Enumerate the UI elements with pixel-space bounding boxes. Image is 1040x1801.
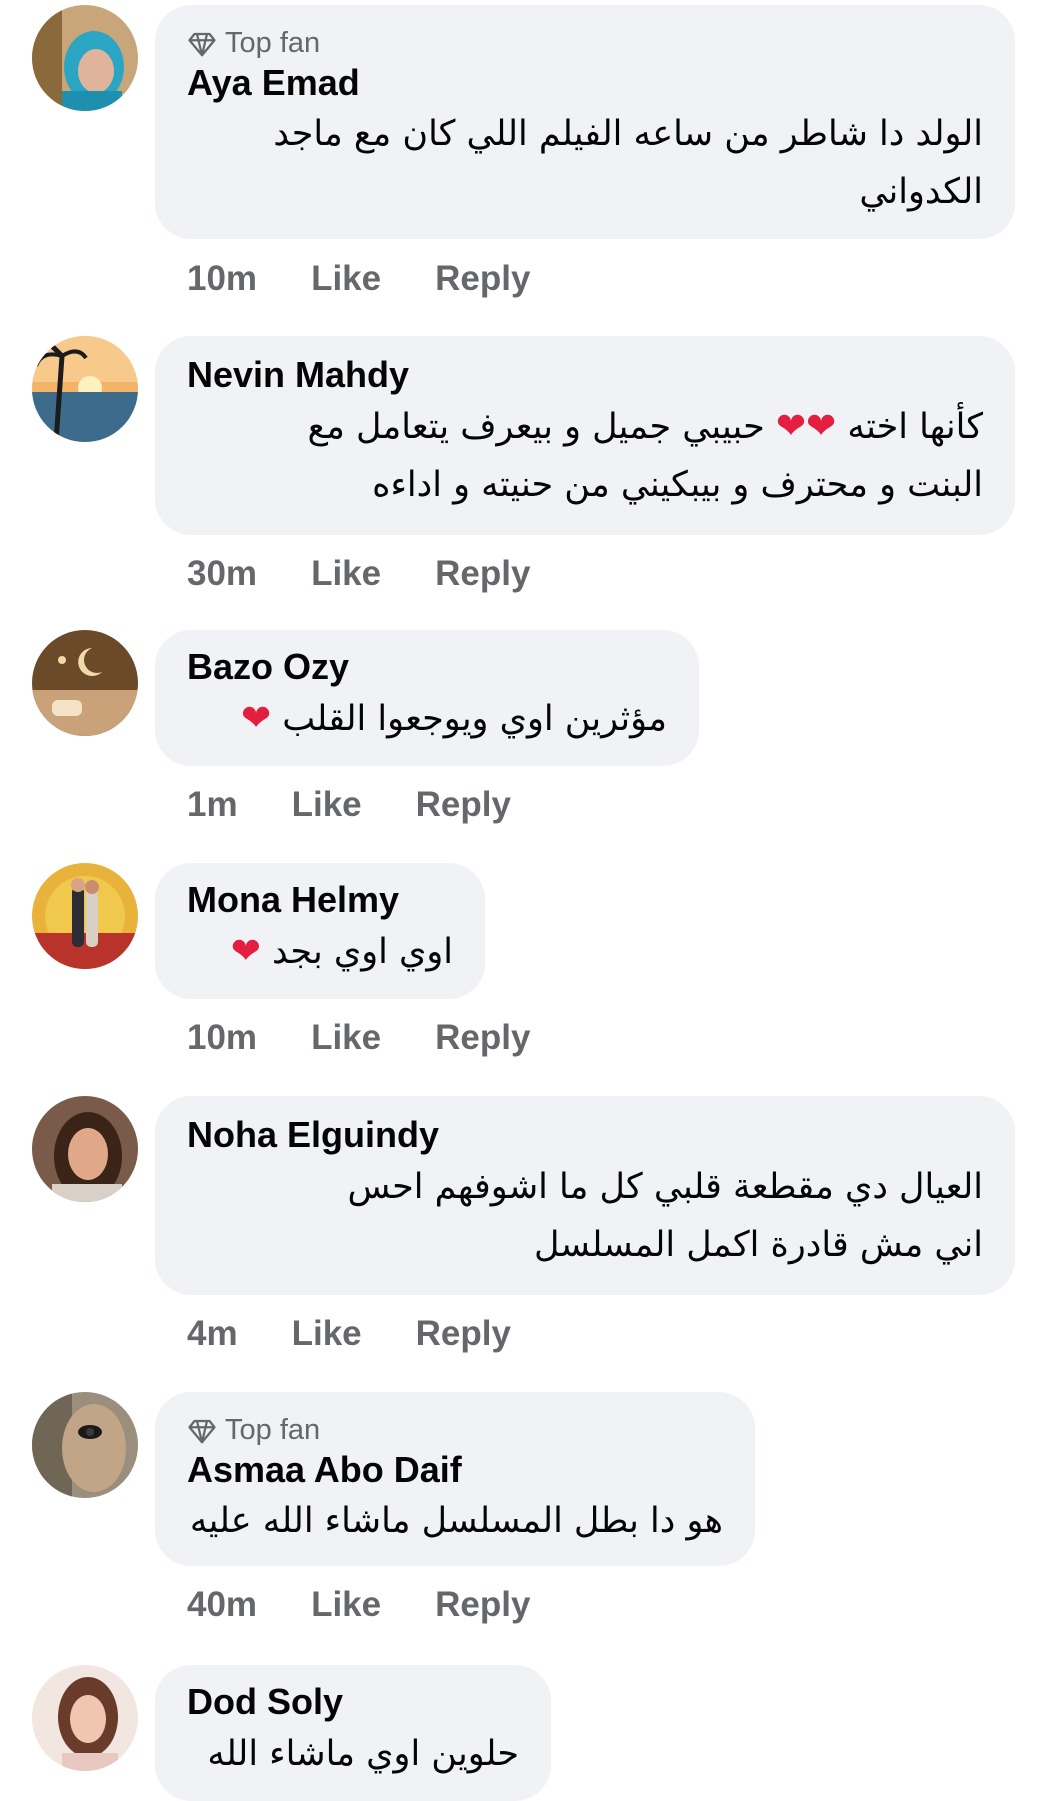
comment-actions: 10m Like Reply xyxy=(187,1018,584,1058)
comment-actions: 1m Like Reply xyxy=(187,785,565,825)
reply-button[interactable]: Reply xyxy=(416,785,511,825)
top-fan-label: Top fan xyxy=(225,27,321,59)
comment-line: اني مش قادرة اكمل المسلسل xyxy=(533,1225,983,1265)
comment-bubble: Dod Soly حلوين اوي ماشاء الله xyxy=(155,1665,551,1801)
comment-text: كأنها اخته ❤❤ حبيبي جميل و بيعرف يتعامل … xyxy=(307,398,983,514)
avatar-image-noha xyxy=(32,1096,138,1202)
reply-button[interactable]: Reply xyxy=(416,1314,511,1354)
heart-emoji-icon: ❤ xyxy=(240,698,272,739)
commenter-name[interactable]: Asmaa Abo Daif xyxy=(187,1449,462,1491)
reply-button[interactable]: Reply xyxy=(435,259,530,299)
commenter-name[interactable]: Noha Elguindy xyxy=(187,1114,439,1156)
comment-line: الكدواني xyxy=(859,172,983,212)
diamond-icon xyxy=(188,1419,216,1443)
heart-emoji-icon: ❤ xyxy=(230,931,261,972)
diamond-icon xyxy=(188,32,216,56)
comment-line: البنت و محترف و بيبكيني من حنيته و اداءه xyxy=(372,465,983,505)
avatar[interactable] xyxy=(32,1665,138,1771)
comment-actions: 10m Like Reply xyxy=(187,259,584,299)
avatar-image-bazo xyxy=(32,630,138,736)
comment-bubble: Top fan Asmaa Abo Daif هو دا بطل المسلسل… xyxy=(155,1392,755,1566)
avatar-image-mona xyxy=(32,863,138,969)
commenter-name[interactable]: Nevin Mahdy xyxy=(187,354,409,396)
comment-bubble: Mona Helmy اوي اوي بجد ❤ xyxy=(155,863,485,999)
comment-time[interactable]: 10m xyxy=(187,1018,257,1058)
comment-time[interactable]: 10m xyxy=(187,259,257,299)
comment-text: حلوين اوي ماشاء الله xyxy=(207,1725,519,1783)
comment-text: هو دا بطل المسلسل ماشاء الله عليه xyxy=(190,1492,723,1550)
comment-text: الولد دا شاطر من ساعه الفيلم اللي كان مع… xyxy=(273,105,983,221)
avatar[interactable] xyxy=(32,5,138,111)
comment-line: حلوين اوي ماشاء الله xyxy=(207,1734,519,1774)
comment-line: اوي اوي بجد ❤ xyxy=(230,931,453,972)
comment-line: الولد دا شاطر من ساعه الفيلم اللي كان مع… xyxy=(273,114,983,154)
avatar[interactable] xyxy=(32,336,138,442)
commenter-name[interactable]: Mona Helmy xyxy=(187,879,399,921)
avatar-image-nevin xyxy=(32,336,138,442)
avatar[interactable] xyxy=(32,1392,138,1498)
commenter-name[interactable]: Dod Soly xyxy=(187,1681,343,1723)
commenter-name[interactable]: Aya Emad xyxy=(187,62,360,104)
avatar[interactable] xyxy=(32,863,138,969)
like-button[interactable]: Like xyxy=(292,785,362,825)
like-button[interactable]: Like xyxy=(311,1585,381,1625)
reply-button[interactable]: Reply xyxy=(435,1018,530,1058)
like-button[interactable]: Like xyxy=(311,259,381,299)
top-fan-badge: Top fan xyxy=(187,1414,320,1447)
like-button[interactable]: Like xyxy=(311,1018,381,1058)
avatar-image-aya xyxy=(32,5,138,111)
comment-bubble: Nevin Mahdy كأنها اخته ❤❤ حبيبي جميل و ب… xyxy=(155,336,1015,535)
like-button[interactable]: Like xyxy=(292,1314,362,1354)
comment-line: هو دا بطل المسلسل ماشاء الله عليه xyxy=(189,1501,723,1541)
avatar[interactable] xyxy=(32,630,138,736)
comment-time[interactable]: 4m xyxy=(187,1314,238,1354)
comment-line: مؤثرين اوي ويوجعوا القلب ❤ xyxy=(240,698,667,739)
comment-actions: 40m Like Reply xyxy=(187,1585,584,1625)
comment-time[interactable]: 1m xyxy=(187,785,238,825)
comment-bubble: Top fan Aya Emad الولد دا شاطر من ساعه ا… xyxy=(155,5,1015,239)
comment-time[interactable]: 30m xyxy=(187,554,257,594)
heart-emoji-icon: ❤ xyxy=(806,406,837,447)
comment-text: اوي اوي بجد ❤ xyxy=(231,923,453,981)
comment-text: العيال دي مقطعة قلبي كل ما اشوفهم احس ان… xyxy=(347,1158,983,1274)
avatar-image-asmaa xyxy=(32,1392,138,1498)
top-fan-label: Top fan xyxy=(225,1414,321,1446)
comment-actions: 4m Like Reply xyxy=(187,1314,565,1354)
top-fan-badge: Top fan xyxy=(187,27,320,60)
reply-button[interactable]: Reply xyxy=(435,1585,530,1625)
heart-emoji-icon: ❤ xyxy=(775,406,807,447)
like-button[interactable]: Like xyxy=(311,554,381,594)
comment-line: العيال دي مقطعة قلبي كل ما اشوفهم احس xyxy=(347,1167,983,1207)
avatar[interactable] xyxy=(32,1096,138,1202)
comment-time[interactable]: 40m xyxy=(187,1585,257,1625)
comment-line: كأنها اخته ❤❤ حبيبي جميل و بيعرف يتعامل … xyxy=(307,406,983,447)
comment-text: مؤثرين اوي ويوجعوا القلب ❤ xyxy=(241,690,667,748)
reply-button[interactable]: Reply xyxy=(435,554,530,594)
comment-bubble: Noha Elguindy العيال دي مقطعة قلبي كل ما… xyxy=(155,1096,1015,1295)
comment-bubble: Bazo Ozy مؤثرين اوي ويوجعوا القلب ❤ xyxy=(155,630,699,766)
comment-actions: 30m Like Reply xyxy=(187,554,584,594)
avatar-image-dod xyxy=(32,1665,138,1771)
commenter-name[interactable]: Bazo Ozy xyxy=(187,646,349,688)
